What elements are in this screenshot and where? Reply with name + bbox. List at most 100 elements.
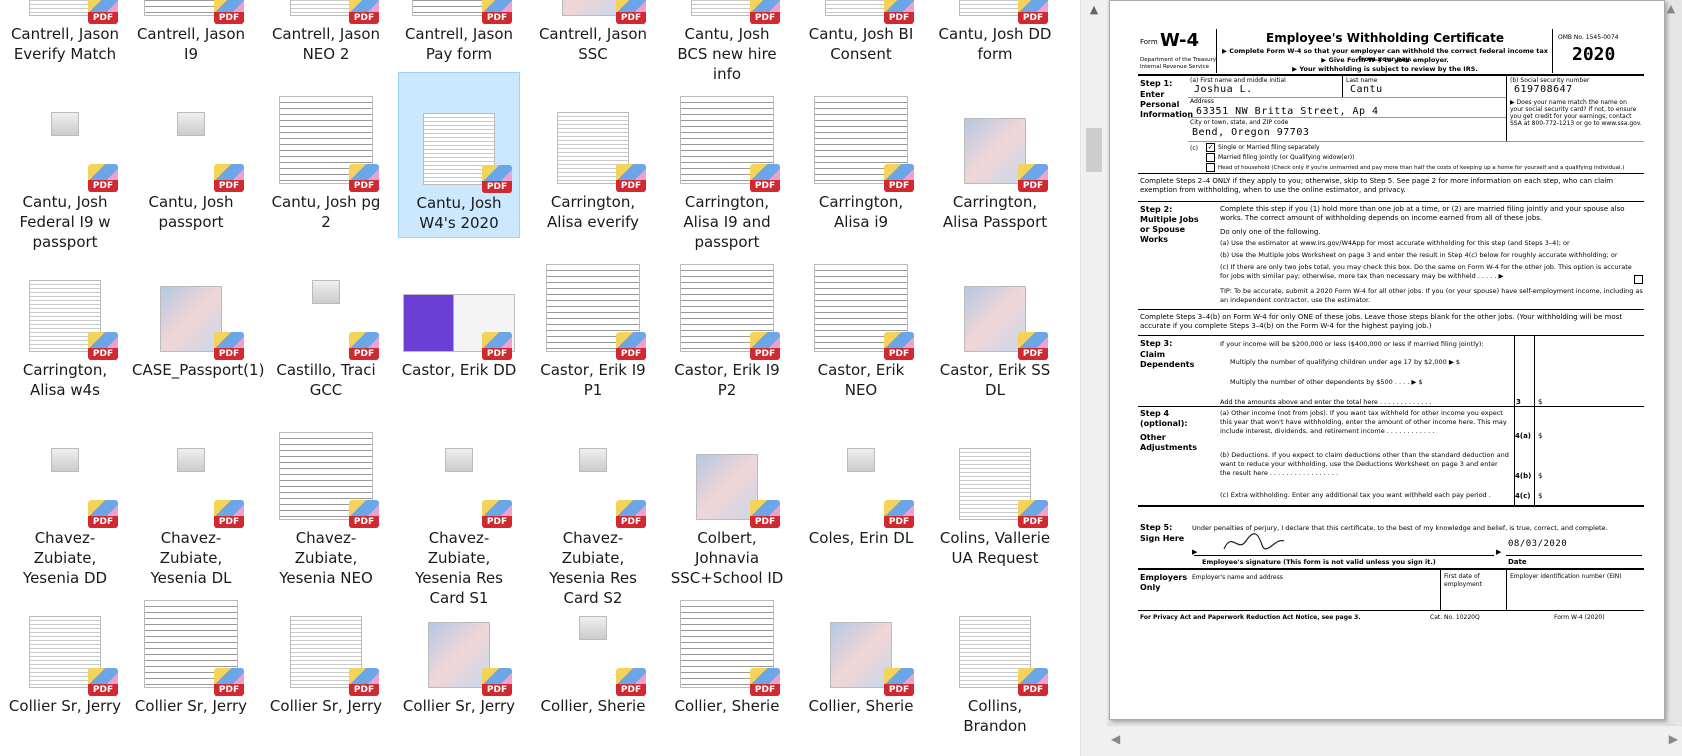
file-item[interactable]: PDF Cantrell, Jason I9 (130, 0, 252, 68)
file-item[interactable]: PDF Chavez-Zubiate, Yesenia DD (4, 408, 126, 592)
pdf-file-icon: PDF (750, 332, 780, 360)
file-item[interactable]: PDF Collier, Sherie (532, 576, 654, 720)
file-item[interactable]: PDF Castillo, Traci GCC (265, 240, 387, 404)
file-name: CASE_Passport(1) (132, 361, 265, 379)
file-thumbnail: PDF (400, 410, 518, 528)
instruction-2: ▶ Give Form W-4 to your employer. (1321, 56, 1449, 64)
pdf-file-icon: PDF (884, 0, 914, 24)
horizontal-scrollbar[interactable]: ◀ ▶ (1107, 725, 1682, 756)
pdf-file-icon: PDF (88, 0, 118, 24)
file-item[interactable]: PDF Cantu, Josh DD form (934, 0, 1056, 68)
file-item[interactable]: PDF Cantrell, Jason Everify Match (4, 0, 126, 68)
city-value: Bend, Oregon 97703 (1192, 127, 1310, 138)
joint-checkbox[interactable] (1206, 153, 1215, 162)
file-thumbnail: PDF (132, 410, 250, 528)
file-item[interactable]: PDF Carrington, Alisa everify (532, 72, 654, 236)
file-item[interactable]: PDF Colins, Vallerie UA Request (934, 408, 1056, 572)
file-item[interactable]: PDF Collier Sr, Jerry (130, 576, 252, 720)
file-name: Castor, Erik SS DL (939, 361, 1051, 399)
employers-only-heading: Employers Only (1140, 573, 1188, 592)
file-item[interactable]: PDF Chavez-Zubiate, Yesenia NEO (265, 408, 387, 592)
file-name: Cantu, Josh DD form (938, 25, 1052, 63)
filing-joint-row: Married filing jointly (or Qualifying wi… (1206, 153, 1354, 163)
file-item[interactable]: PDF CASE_Passport(1) (130, 240, 265, 384)
pdf-file-icon: PDF (88, 668, 118, 696)
step3-subheading: Claim Dependents (1140, 350, 1195, 369)
file-item[interactable]: PDF Castor, Erik I9 P1 (532, 240, 654, 404)
file-name: Castillo, Traci GCC (276, 361, 376, 399)
scrollbar-thumb[interactable] (1086, 128, 1102, 172)
file-item[interactable]: PDF Carrington, Alisa Passport (934, 72, 1056, 236)
file-name: Coles, Erin DL (808, 529, 914, 547)
file-item[interactable]: PDF Castor, Erik DD (398, 240, 520, 384)
file-thumbnail: PDF (132, 74, 250, 192)
file-item[interactable]: PDF Carrington, Alisa I9 and passport (666, 72, 788, 256)
step3-children: Multiply the number of qualifying childr… (1230, 358, 1461, 366)
step3-other-dependents: Multiply the number of other dependents … (1230, 378, 1423, 386)
file-thumbnail: PDF (534, 410, 652, 528)
hoh-checkbox[interactable] (1206, 163, 1215, 172)
file-item[interactable]: PDF Collins, Brandon (934, 576, 1056, 740)
file-item[interactable]: PDF Carrington, Alisa i9 (800, 72, 922, 236)
scroll-up-arrow-icon[interactable]: ▲ (1081, 0, 1107, 20)
step4-heading: Step 4 (optional): (1140, 409, 1188, 428)
file-name: Cantrell, Jason NEO 2 (271, 25, 381, 63)
single-checkbox[interactable]: ✓ (1206, 143, 1215, 152)
signature-image (1223, 533, 1285, 550)
file-item[interactable]: PDF Carrington, Alisa w4s (4, 240, 126, 404)
file-grid[interactable]: PDF Cantrell, Jason Everify Match PDF Cantr… (0, 0, 1080, 756)
file-name: Castor, Erik DD (401, 361, 517, 379)
file-item[interactable]: PDF Cantrell, Jason Pay form (398, 0, 520, 68)
file-name: Carrington, Alisa w4s (22, 361, 108, 399)
file-item[interactable]: PDF Chavez-Zubiate, Yesenia DL (130, 408, 252, 592)
pdf-file-icon: PDF (1018, 0, 1048, 24)
file-item[interactable]: PDF Collier Sr, Jerry (398, 576, 520, 720)
step4b-text: (b) Deductions. If you expect to claim d… (1220, 451, 1509, 477)
two-jobs-checkbox[interactable] (1634, 275, 1643, 284)
vertical-scrollbar[interactable]: ▲ (1080, 0, 1107, 756)
file-thumbnail: PDF (668, 578, 786, 696)
file-thumbnail: PDF (936, 74, 1054, 192)
file-item[interactable]: PDF Cantu, Josh BI Consent (800, 0, 922, 68)
file-name: Cantu, Josh pg 2 (271, 193, 381, 231)
file-item[interactable]: PDF Collier, Sherie (666, 576, 788, 720)
file-name: Cantrell, Jason SSC (538, 25, 648, 63)
file-name: Cantrell, Jason I9 (136, 25, 246, 63)
file-item[interactable]: PDF Collier, Sherie (800, 576, 922, 720)
joint-label: Married filing jointly (or Qualifying wi… (1218, 154, 1355, 161)
file-item[interactable]: PDF Castor, Erik NEO (800, 240, 922, 404)
pdf-file-icon: PDF (750, 668, 780, 696)
form-title: Employee's Withholding Certificate (1266, 31, 1504, 45)
file-item[interactable]: PDF Colbert, Johnavia SSC+School ID (666, 408, 788, 592)
tax-year: 2020 (1572, 44, 1616, 65)
file-item[interactable]: PDF Cantrell, Jason SSC (532, 0, 654, 68)
sig-arrow-left-icon: ▶ (1192, 548, 1198, 556)
option-a: (a) Use the estimator at www.irs.gov/W4A… (1220, 239, 1570, 247)
option-c: (c) If there are only two jobs total, yo… (1220, 263, 1632, 280)
scroll-left-arrow-icon[interactable]: ◀ (1111, 732, 1120, 746)
file-name: Collier, Sherie (808, 697, 914, 715)
file-item[interactable]: PDF Cantu, Josh pg 2 (265, 72, 387, 236)
scroll-right-arrow-icon[interactable]: ▶ (1669, 732, 1678, 746)
sig-arrow-right-icon: ▶ (1496, 548, 1502, 556)
file-item[interactable]: PDF Cantu, Josh Federal I9 w passport (4, 72, 126, 256)
file-item[interactable]: PDF Coles, Erin DL (800, 408, 922, 552)
file-item[interactable]: PDF Collier Sr, Jerry (4, 576, 126, 720)
file-name: Castor, Erik I9 P2 (674, 361, 780, 399)
file-thumbnail: PDF (668, 0, 786, 24)
file-thumbnail: PDF (132, 0, 250, 24)
file-item[interactable]: PDF Collier Sr, Jerry (265, 576, 387, 720)
file-item[interactable]: PDF Castor, Erik I9 P2 (666, 240, 788, 404)
preview-scroll-up-icon[interactable]: ▲ (1664, 2, 1678, 15)
file-thumbnail: PDF (267, 242, 385, 360)
file-item[interactable]: PDF Cantu, Josh passport (130, 72, 252, 236)
pdf-file-icon: PDF (214, 668, 244, 696)
file-thumbnail: PDF (6, 410, 124, 528)
file-name: Cantu, Josh passport (148, 193, 234, 231)
file-item[interactable]: PDF Cantrell, Jason NEO 2 (265, 0, 387, 68)
w4-document-page: Form W-4 Department of the Treasury Inte… (1109, 0, 1665, 720)
step3-heading: Step 3: (1140, 339, 1173, 348)
file-item[interactable]: PDF Cantu, Josh W4's 2020 (398, 72, 520, 238)
step5-heading: Step 5: (1140, 523, 1173, 532)
file-item[interactable]: PDF Castor, Erik SS DL (934, 240, 1056, 404)
